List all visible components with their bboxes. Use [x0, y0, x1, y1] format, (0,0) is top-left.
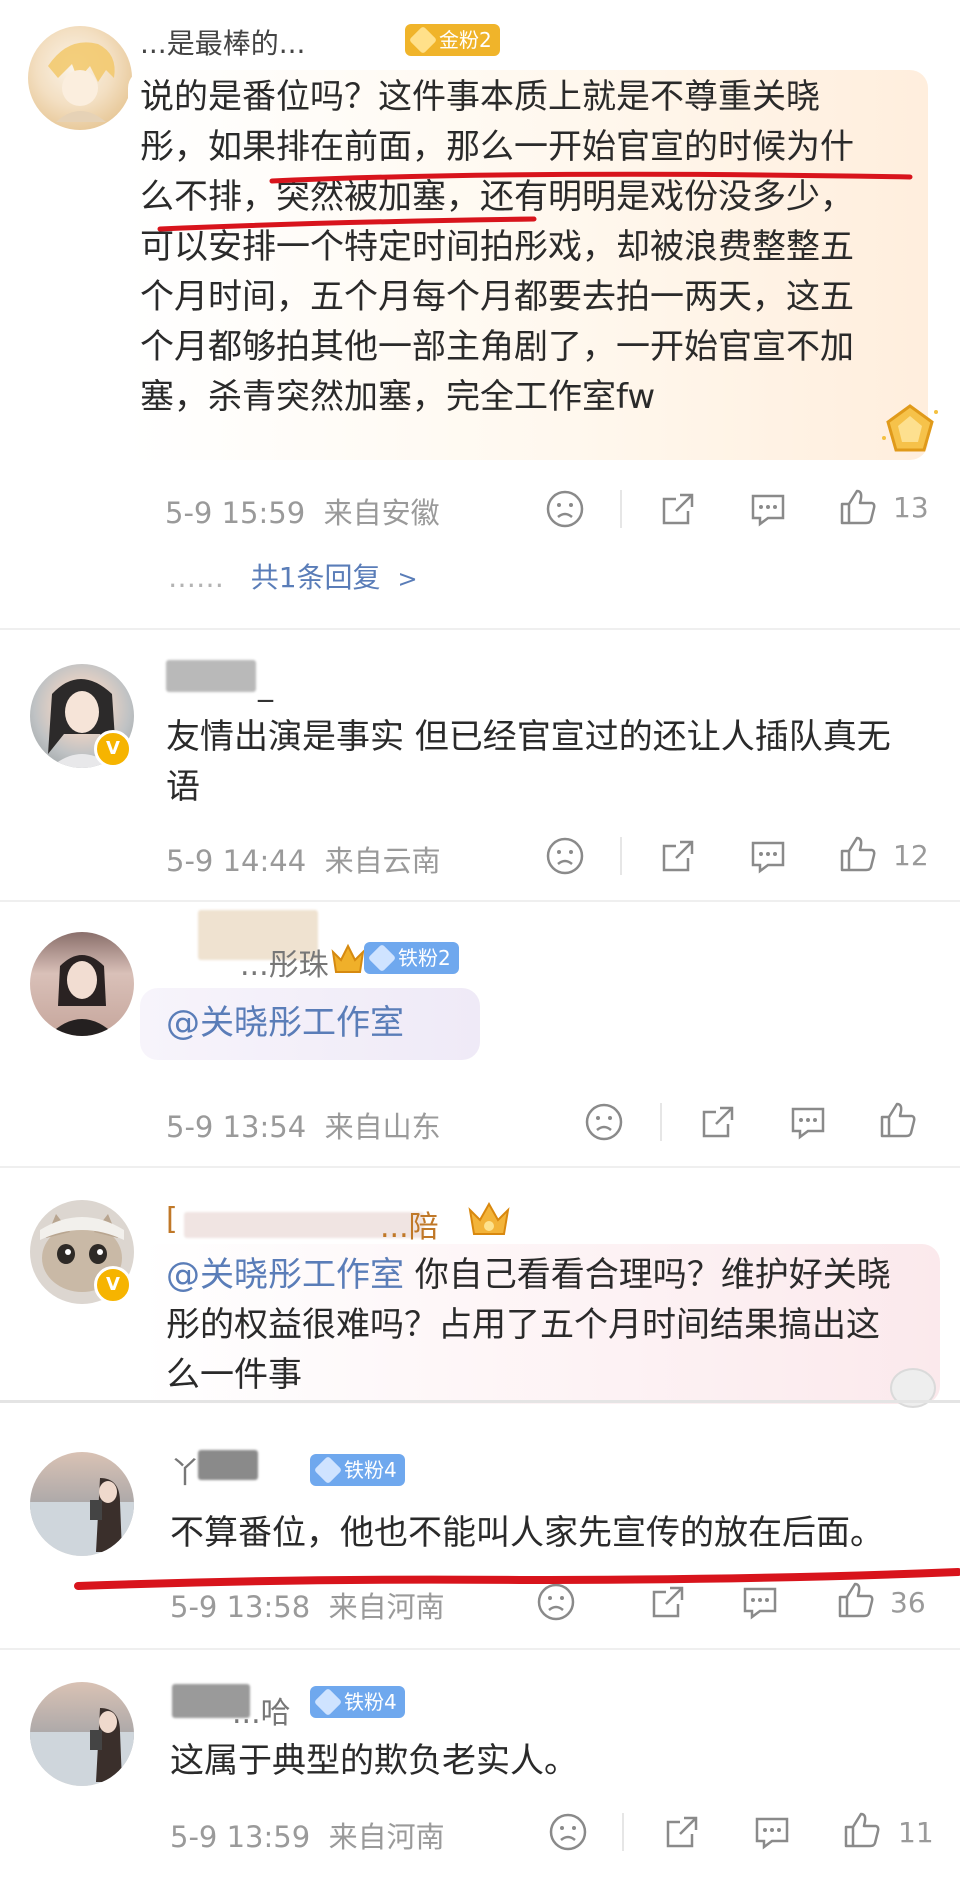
share-icon[interactable]: [662, 1812, 702, 1852]
share-icon[interactable]: [648, 1582, 688, 1622]
diamond-icon: [367, 943, 397, 973]
diamond-icon: [313, 1687, 343, 1717]
crown-badge-icon: [880, 400, 940, 460]
frown-face-icon[interactable]: [584, 1102, 624, 1142]
thumbs-up-icon[interactable]: [878, 1100, 918, 1140]
divider: [0, 1400, 960, 1403]
thumbs-up-icon[interactable]: [836, 1580, 876, 1620]
avatar[interactable]: [28, 26, 132, 130]
diamond-icon: [313, 1455, 343, 1485]
comment-time: 5-9 13:58 来自河南: [170, 1590, 445, 1624]
crown-icon: [330, 942, 366, 976]
frown-face-icon[interactable]: [548, 1812, 588, 1852]
comment-text: 友情出演是事实 但已经官宣过的还让人插队真无 语: [166, 717, 891, 807]
divider: [620, 837, 622, 875]
like-count: 13: [893, 491, 929, 524]
fan-badge: 铁粉4: [310, 1454, 405, 1486]
frown-face-icon[interactable]: [545, 489, 585, 529]
comment-icon[interactable]: [748, 489, 788, 529]
verified-badge-icon: V: [94, 730, 132, 768]
divider: [622, 1813, 624, 1851]
avatar[interactable]: [30, 1452, 134, 1556]
blurred-username: [166, 660, 256, 692]
comment-time: 5-9 15:59 来自安徽: [165, 496, 440, 530]
divider: [0, 1166, 960, 1168]
divider: [0, 1648, 960, 1650]
like-count: 12: [893, 839, 929, 872]
verified-badge-icon: V: [94, 1266, 132, 1304]
thumbs-up-icon[interactable]: [842, 1810, 882, 1850]
comment-text: 说的是番位吗？这件事本质上就是不尊重关晓 彤，如果排在前面，那么一开始官宣的时候…: [140, 77, 854, 417]
username[interactable]: ...彤珠: [240, 940, 329, 984]
crown-icon: [466, 1198, 512, 1240]
avatar[interactable]: [30, 932, 134, 1036]
username[interactable]: ...哈: [232, 1688, 291, 1732]
fan-badge: 铁粉4: [310, 1686, 405, 1718]
username[interactable]: ...陪: [380, 1202, 439, 1246]
username[interactable]: ...是最棒的...: [140, 22, 305, 62]
fan-badge: 金粉2: [405, 24, 500, 56]
chevron-right-icon: >: [397, 565, 418, 593]
comment-text: @关晓彤工作室 你自己看看合理吗？维护好关晓 彤的权益很难吗？占用了五个月时间结…: [166, 1255, 891, 1395]
mention-link[interactable]: @关晓彤工作室: [166, 998, 404, 1048]
comment-icon[interactable]: [752, 1812, 792, 1852]
comment-time: 5-9 14:44 来自云南: [166, 844, 441, 878]
thumbs-up-icon[interactable]: [838, 487, 878, 527]
frown-face-icon[interactable]: [545, 836, 585, 876]
share-icon[interactable]: [658, 836, 698, 876]
avatar[interactable]: [30, 1682, 134, 1786]
comment-text: 不算番位，他也不能叫人家先宣传的放在后面。: [170, 1513, 884, 1553]
comment-icon[interactable]: [788, 1102, 828, 1142]
username[interactable]: _: [258, 668, 273, 703]
comment-icon[interactable]: [740, 1582, 780, 1622]
comment-time: 5-9 13:54 来自山东: [166, 1110, 441, 1144]
view-replies-link[interactable]: …… 共1条回复 >: [168, 556, 418, 596]
thumbs-up-icon[interactable]: [838, 834, 878, 874]
share-icon[interactable]: [658, 489, 698, 529]
frown-face-icon[interactable]: [536, 1582, 576, 1622]
diamond-icon: [408, 25, 438, 55]
divider: [620, 490, 622, 528]
divider: [0, 900, 960, 902]
comment-time: 5-9 13:59 来自河南: [170, 1820, 445, 1854]
divider: [0, 628, 960, 630]
fan-badge: 铁粉2: [364, 942, 459, 974]
mention-link[interactable]: @关晓彤工作室: [166, 1255, 404, 1295]
like-count: 36: [890, 1586, 926, 1619]
divider: [660, 1103, 662, 1141]
comment-icon[interactable]: [748, 836, 788, 876]
username-bracket: [: [166, 1202, 178, 1237]
blurred-username: [198, 1450, 258, 1480]
comment-text: 这属于典型的欺负老实人。: [170, 1741, 578, 1781]
username[interactable]: 丫: [170, 1448, 200, 1492]
like-count: 11: [898, 1816, 934, 1849]
share-icon[interactable]: [698, 1102, 738, 1142]
